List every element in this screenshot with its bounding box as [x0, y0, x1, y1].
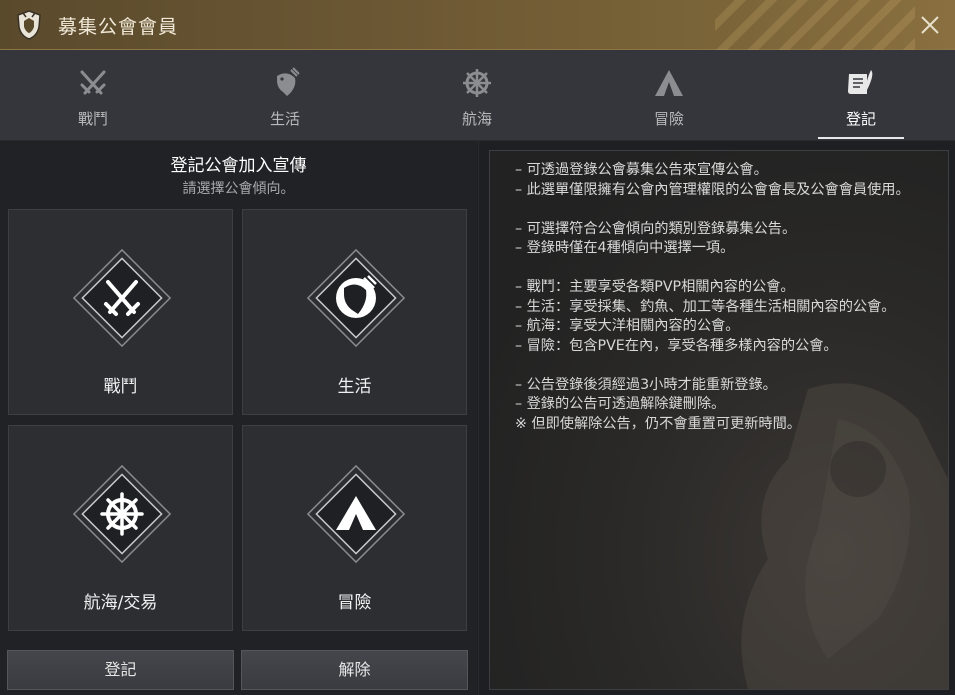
- guild-type-panel: 登記公會加入宣傳 請選擇公會傾向。 戰鬥 生活 航海/交易 冒險 登記 解除: [0, 141, 477, 695]
- card-label: 生活: [337, 377, 372, 397]
- panel-subtitle: 請選擇公會傾向。: [182, 181, 295, 197]
- fish-icon: [277, 67, 300, 96]
- crossed-swords-icon: [80, 70, 106, 95]
- guild-type-card-sailing-trade[interactable]: 航海/交易: [8, 425, 233, 631]
- tent-icon: [306, 464, 406, 564]
- guild-emblem-icon: [17, 10, 41, 40]
- panel-title: 登記公會加入宣傳: [170, 156, 307, 176]
- tab-label: 生活: [269, 110, 300, 128]
- tab-register[interactable]: 登記: [816, 50, 906, 141]
- tent-icon: [655, 70, 683, 96]
- window-title: 募集公會會員: [58, 16, 179, 38]
- tab-adventure[interactable]: 冒險: [624, 50, 714, 141]
- info-panel: – 可透過登錄公會募集公告來宣傳公會。 – 此選單僅限擁有公會內管理權限的公會會…: [489, 150, 949, 690]
- tab-sailing[interactable]: 航海: [432, 50, 522, 141]
- tab-label: 冒險: [653, 110, 684, 128]
- category-tab-bar: 戰鬥 生活 航海 冒險 登記: [0, 50, 955, 141]
- card-label: 冒險: [337, 593, 372, 613]
- register-button[interactable]: 登記: [7, 650, 234, 690]
- remove-button[interactable]: 解除: [241, 650, 468, 690]
- ship-wheel-icon: [463, 69, 491, 97]
- title-bar: 募集公會會員: [0, 0, 955, 50]
- tab-combat[interactable]: 戰鬥: [48, 50, 138, 141]
- panel-divider: [478, 141, 479, 695]
- tab-label: 航海: [461, 110, 492, 128]
- tab-label: 戰鬥: [77, 110, 108, 128]
- guild-type-card-combat[interactable]: 戰鬥: [8, 209, 233, 415]
- info-description: – 可透過登錄公會募集公告來宣傳公會。 – 此選單僅限擁有公會內管理權限的公會會…: [515, 162, 910, 432]
- card-label: 航海/交易: [83, 593, 158, 613]
- card-label: 戰鬥: [103, 377, 138, 397]
- fish-icon: [306, 248, 406, 348]
- close-icon[interactable]: [917, 12, 943, 38]
- ship-wheel-icon: [72, 464, 172, 564]
- title-bar-decoration: [715, 0, 915, 50]
- scroll-quill-icon: [848, 70, 873, 94]
- guild-type-card-life[interactable]: 生活: [242, 209, 467, 415]
- guild-type-card-adventure[interactable]: 冒險: [242, 425, 467, 631]
- tab-life[interactable]: 生活: [240, 50, 330, 141]
- tab-label: 登記: [845, 110, 876, 128]
- crossed-swords-icon: [72, 248, 172, 348]
